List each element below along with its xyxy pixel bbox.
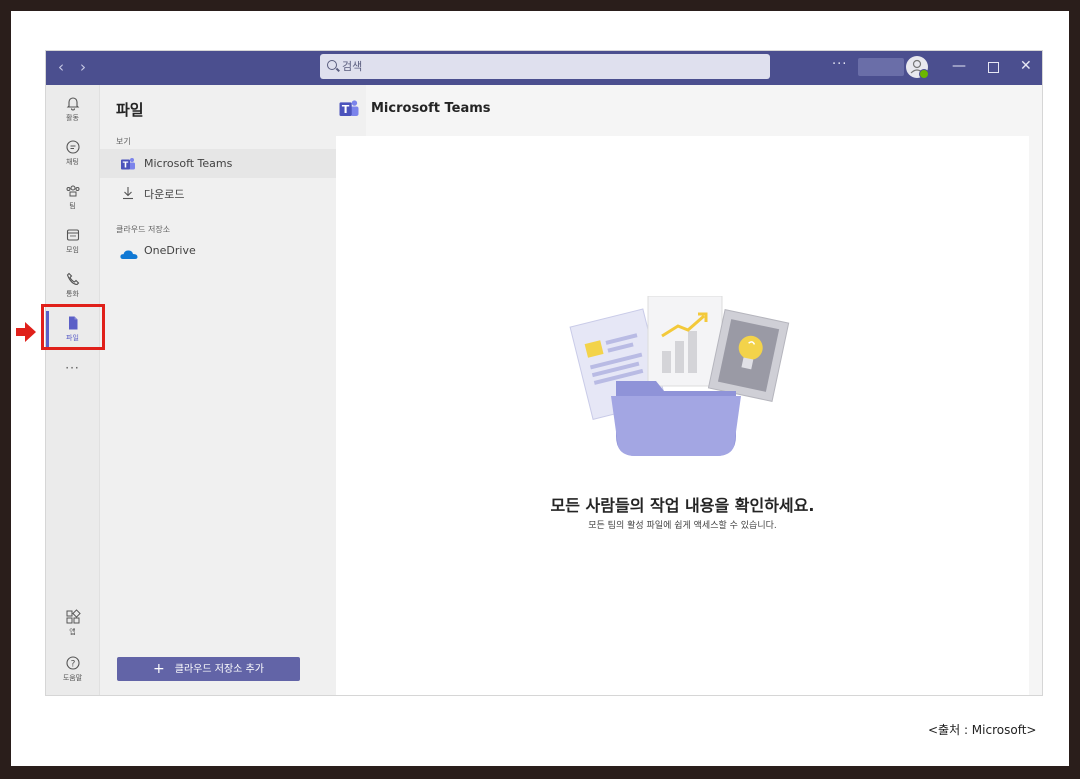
rail-label-meetings: 모임 xyxy=(66,246,79,254)
phone-icon xyxy=(66,272,79,286)
files-panel: 파일 보기 T Microsoft Teams 다운로드 클라우드 저장소 On… xyxy=(100,85,366,695)
panel-title: 파일 xyxy=(116,101,144,119)
rail-label-help: 도움말 xyxy=(62,674,83,682)
avatar[interactable] xyxy=(906,56,929,79)
user-name-blurred xyxy=(858,58,904,76)
rail-label-chat: 채팅 xyxy=(66,158,79,166)
rail-item-apps[interactable]: 앱 xyxy=(46,609,99,637)
rail-item-teams[interactable]: 팀 xyxy=(46,183,99,211)
panel-item-label: OneDrive xyxy=(144,244,196,257)
teams-icon xyxy=(66,185,79,197)
source-caption: <출처 : Microsoft> xyxy=(928,723,1037,737)
help-icon: ? xyxy=(65,656,80,670)
empty-state-subtitle: 모든 팀의 활성 파일에 쉽게 액세스할 수 있습니다. xyxy=(588,521,777,531)
svg-text:T: T xyxy=(123,161,129,170)
more-options-icon[interactable]: ··· xyxy=(832,57,847,72)
files-highlight-box xyxy=(41,304,105,350)
rail-label-teams: 팀 xyxy=(69,202,76,210)
back-arrow-icon[interactable]: ‹ xyxy=(58,59,64,75)
rail-item-calls[interactable]: 통화 xyxy=(46,271,99,299)
presence-status-icon xyxy=(919,69,929,79)
panel-item-label: 다운로드 xyxy=(144,188,185,201)
chat-icon xyxy=(65,140,80,154)
title-bar: ‹ › 검색 ··· — ✕ xyxy=(46,51,1042,85)
onedrive-icon xyxy=(120,245,138,264)
search-input[interactable]: 검색 xyxy=(320,54,770,79)
bell-icon xyxy=(66,97,79,111)
panel-item-microsoft-teams[interactable]: T Microsoft Teams xyxy=(100,149,366,178)
panel-item-label: Microsoft Teams xyxy=(144,157,233,170)
views-section-label: 보기 xyxy=(116,137,131,146)
add-cloud-storage-label: 클라우드 저장소 추가 xyxy=(174,664,264,675)
close-icon[interactable]: ✕ xyxy=(1020,57,1032,75)
rail-item-chat[interactable]: 채팅 xyxy=(46,139,99,167)
teams-logo-icon: T xyxy=(120,156,136,175)
panel-item-downloads[interactable]: 다운로드 xyxy=(100,178,366,207)
rail-item-activity[interactable]: 활동 xyxy=(46,95,99,123)
maximize-icon[interactable] xyxy=(988,62,999,73)
add-cloud-storage-button[interactable]: + 클라우드 저장소 추가 xyxy=(117,657,300,681)
empty-state-title: 모든 사람들의 작업 내용을 확인하세요. xyxy=(550,496,815,515)
app-bar: 활동 채팅 팀 모임 통화 파일 ··· 앱 ? 도움말 xyxy=(46,85,100,695)
rail-label-activity: 활동 xyxy=(66,114,79,122)
red-arrow-icon xyxy=(16,322,36,342)
rail-item-meetings[interactable]: 모임 xyxy=(46,227,99,255)
svg-text:T: T xyxy=(342,103,350,116)
cloud-section-label: 클라우드 저장소 xyxy=(116,225,171,234)
search-icon xyxy=(327,60,337,70)
teams-window: ‹ › 검색 ··· — ✕ 활동 채팅 팀 모임 통화 파일 ··· 앱 ? … xyxy=(46,51,1042,695)
main-title: Microsoft Teams xyxy=(371,101,491,116)
rail-label-apps: 앱 xyxy=(69,628,76,636)
forward-arrow-icon[interactable]: › xyxy=(80,59,86,75)
files-empty-state-illustration xyxy=(569,296,790,456)
teams-logo-icon: T xyxy=(338,99,360,122)
panel-item-onedrive[interactable]: OneDrive xyxy=(100,236,366,265)
calendar-icon xyxy=(66,229,79,241)
files-content-area: 모든 사람들의 작업 내용을 확인하세요. 모든 팀의 활성 파일에 쉽게 액세… xyxy=(336,136,1029,695)
rail-label-calls: 통화 xyxy=(66,290,79,298)
rail-more-icon[interactable]: ··· xyxy=(46,361,99,375)
minimize-icon[interactable]: — xyxy=(952,57,966,75)
svg-text:?: ? xyxy=(70,660,75,670)
plus-icon: + xyxy=(153,661,165,677)
search-placeholder: 검색 xyxy=(342,60,363,73)
apps-icon xyxy=(66,609,81,624)
download-icon xyxy=(122,185,134,204)
rail-item-help[interactable]: ? 도움말 xyxy=(46,655,99,683)
